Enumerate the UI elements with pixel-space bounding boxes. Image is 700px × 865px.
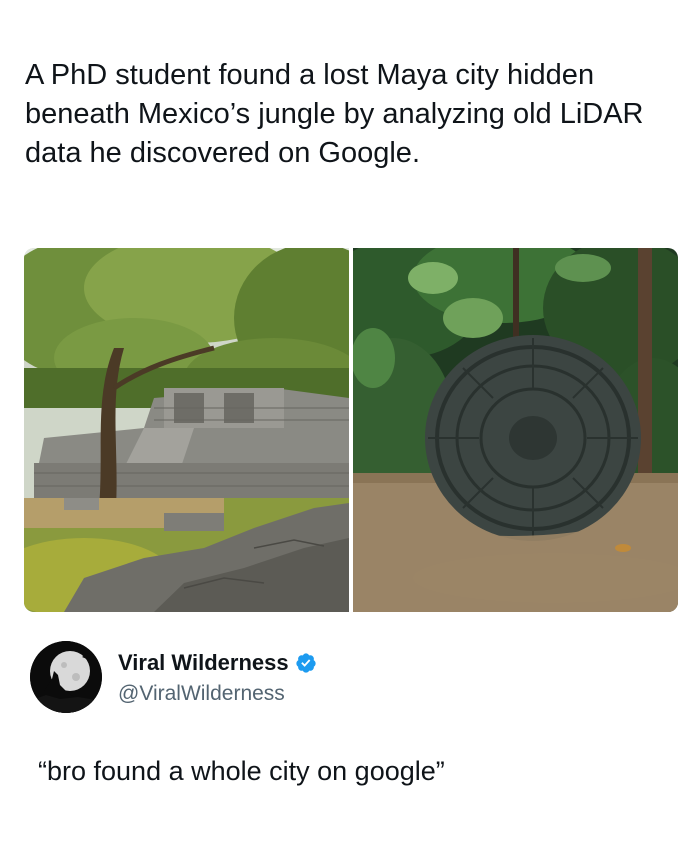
maya-ruins-image [24, 248, 349, 612]
maya-ruins-photo[interactable] [24, 248, 349, 612]
verified-badge-icon [295, 652, 317, 674]
post-headline: A PhD student found a lost Maya city hid… [25, 59, 644, 169]
author-name-row: Viral Wilderness [118, 650, 317, 676]
wolf-howling-moon-icon[interactable] [30, 641, 102, 713]
stone-calendar-image [353, 248, 678, 612]
author-name[interactable]: Viral Wilderness [118, 650, 289, 676]
stone-calendar-photo[interactable] [353, 248, 678, 612]
author-block: Viral Wilderness @ViralWilderness [30, 641, 670, 715]
photo-grid [24, 248, 678, 612]
avatar-image [30, 641, 102, 713]
author-handle[interactable]: @ViralWilderness [118, 682, 285, 706]
post-comment: “bro found a whole city on google” [38, 756, 445, 786]
